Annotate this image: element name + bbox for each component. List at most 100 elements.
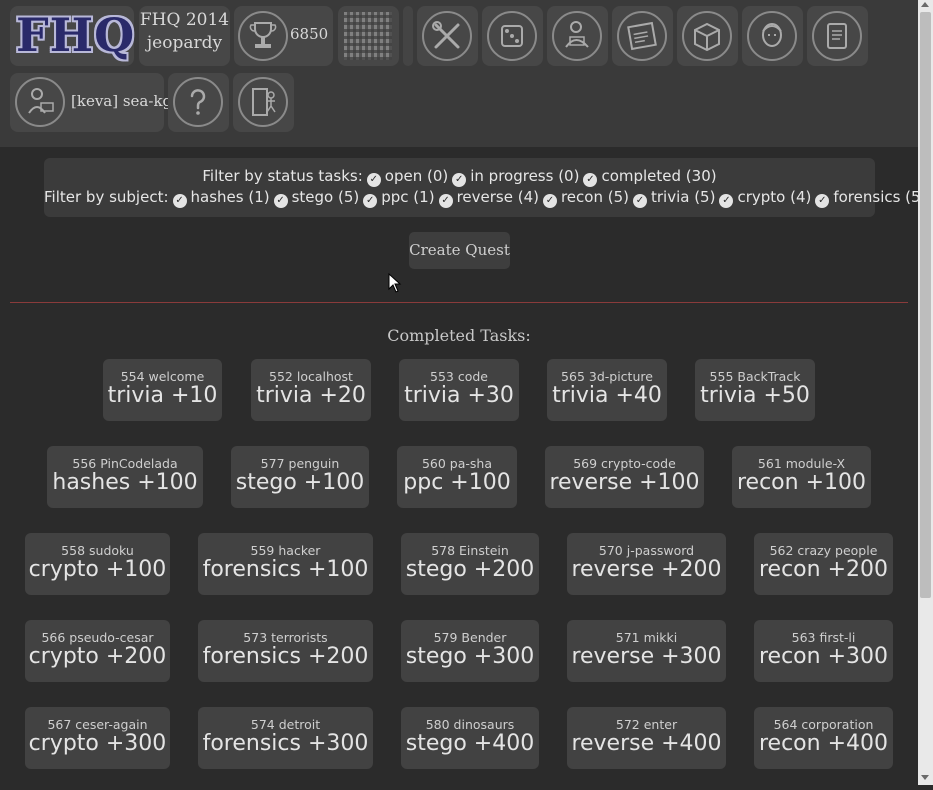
logo: FHQ — [16, 8, 136, 62]
task-value: recon +400 — [758, 731, 888, 756]
user-label: [keva] sea-kg — [71, 92, 173, 110]
score-tile[interactable]: 6850 — [234, 6, 333, 66]
help-button[interactable] — [168, 73, 229, 132]
task-card[interactable]: 571 mikki reverse +300 — [567, 620, 726, 682]
task-card[interactable]: 556 PinCodelada hashes +100 — [47, 446, 203, 508]
scroll-down-arrow-icon[interactable] — [921, 775, 929, 780]
open-checkbox[interactable]: ✓ — [366, 173, 381, 187]
task-card[interactable]: 580 dinosaurs stego +400 — [401, 707, 539, 769]
profile-button[interactable] — [742, 6, 803, 66]
task-card[interactable]: 558 sudoku crypto +100 — [25, 533, 170, 595]
in-progress-checkbox[interactable]: ✓ — [452, 173, 467, 187]
task-card[interactable]: 574 detroit forensics +300 — [198, 707, 373, 769]
task-name: 552 localhost — [269, 369, 353, 384]
task-value: recon +200 — [758, 557, 888, 582]
task-name: 553 code — [430, 369, 488, 384]
task-card[interactable]: 555 BackTrack trivia +50 — [695, 359, 815, 421]
task-value: forensics +100 — [202, 557, 369, 582]
task-card[interactable]: 562 crazy people recon +200 — [754, 533, 893, 595]
completed-filter-label: completed (30) — [601, 167, 717, 185]
games-button[interactable] — [482, 6, 543, 66]
task-value: crypto +300 — [28, 731, 167, 756]
box-button[interactable] — [677, 6, 738, 66]
task-value: reverse +300 — [571, 644, 722, 669]
filter-panel: Filter by status tasks: ✓ open (0) ✓ in prog… — [44, 158, 926, 217]
scrollbar-thumb[interactable] — [920, 12, 931, 598]
task-card[interactable]: 559 hacker forensics +100 — [198, 533, 373, 595]
task-name: 556 PinCodelada — [72, 456, 178, 471]
task-card[interactable]: 570 j-password reverse +200 — [567, 533, 726, 595]
crypto-checkbox[interactable]: ✓ — [719, 194, 734, 208]
task-card[interactable]: 567 ceser-again crypto +300 — [25, 707, 170, 769]
task-card[interactable]: 552 localhost trivia +20 — [251, 359, 371, 421]
completed-checkbox[interactable]: ✓ — [583, 173, 598, 187]
rules-button[interactable] — [807, 6, 868, 66]
task-card[interactable]: 554 welcome trivia +10 — [103, 359, 222, 421]
task-value: stego +300 — [405, 644, 535, 669]
subject-filter-label: Filter by subject: — [44, 188, 169, 206]
recon-checkbox[interactable]: ✓ — [542, 194, 557, 208]
task-value: trivia +30 — [404, 383, 514, 408]
task-card[interactable]: 560 pa-sha ppc +100 — [397, 446, 517, 508]
task-card[interactable]: 579 Bender stego +300 — [401, 620, 539, 682]
task-name: 565 3d-picture — [561, 369, 653, 384]
task-value: trivia +10 — [107, 383, 218, 408]
user-tile[interactable]: [keva] sea-kg — [10, 73, 172, 132]
person-face-icon — [747, 11, 797, 61]
news-button[interactable] — [612, 6, 673, 66]
exit-door-icon — [238, 77, 288, 127]
hashes-checkbox[interactable]: ✓ — [172, 194, 187, 208]
game-title-line1: FHQ 2014 — [139, 10, 230, 30]
box-icon — [682, 11, 732, 61]
task-card[interactable]: 572 enter reverse +400 — [567, 707, 726, 769]
scroll-up-arrow-icon[interactable] — [921, 2, 929, 7]
status-filter-row: Filter by status tasks: ✓ open (0) ✓ in prog… — [44, 167, 875, 187]
stego-checkbox[interactable]: ✓ — [273, 194, 288, 208]
task-name: 569 crypto-code — [573, 456, 676, 471]
task-value: stego +200 — [405, 557, 535, 582]
task-card[interactable]: 561 module-X recon +100 — [732, 446, 871, 508]
task-card[interactable]: 569 crypto-code reverse +100 — [545, 446, 704, 508]
task-card[interactable]: 566 pseudo-cesar crypto +200 — [25, 620, 170, 682]
task-card[interactable]: 564 corporation recon +400 — [754, 707, 893, 769]
task-name: 574 detroit — [250, 717, 321, 732]
stats-button[interactable] — [547, 6, 608, 66]
task-card[interactable]: 563 first-li recon +300 — [754, 620, 893, 682]
task-value: reverse +100 — [549, 470, 700, 495]
forensics-checkbox[interactable]: ✓ — [815, 194, 830, 208]
qr-tile[interactable] — [338, 6, 399, 66]
menu-separator — [403, 6, 413, 66]
reverse-checkbox[interactable]: ✓ — [438, 194, 453, 208]
open-filter-label: open (0) — [384, 167, 449, 185]
status-filter-label: Filter by status tasks: — [202, 167, 363, 185]
trivia-filter-label: trivia (5) — [650, 188, 716, 206]
task-card[interactable]: 565 3d-picture trivia +40 — [547, 359, 667, 421]
recon-filter-label: recon (5) — [560, 188, 629, 206]
ppc-checkbox[interactable]: ✓ — [363, 194, 378, 208]
task-name: 567 ceser-again — [47, 717, 148, 732]
trivia-checkbox[interactable]: ✓ — [632, 194, 647, 208]
dice-icon — [487, 11, 537, 61]
task-value: trivia +20 — [256, 383, 366, 408]
create-quest-button[interactable]: Create Quest — [409, 232, 510, 269]
task-name: 554 welcome — [120, 369, 205, 384]
person-laptop-icon — [15, 77, 65, 127]
qr-code-icon — [344, 12, 392, 60]
task-name: 571 mikki — [615, 630, 678, 645]
task-card[interactable]: 578 Einstein stego +200 — [401, 533, 539, 595]
task-card[interactable]: 553 code trivia +30 — [399, 359, 519, 421]
logo-tile[interactable]: FHQ — [10, 6, 134, 66]
in-progress-filter-label: in progress (0) — [470, 167, 580, 185]
game-title-tile[interactable]: FHQ 2014 jeopardy — [139, 6, 230, 66]
task-name: 564 corporation — [773, 717, 874, 732]
task-value: trivia +50 — [700, 383, 810, 408]
task-value: stego +400 — [405, 731, 535, 756]
tools-button[interactable] — [417, 6, 478, 66]
task-name: 573 terrorists — [243, 630, 328, 645]
task-value: recon +300 — [758, 644, 888, 669]
logout-button[interactable] — [233, 73, 294, 132]
task-card[interactable]: 573 terrorists forensics +200 — [198, 620, 373, 682]
task-value: reverse +400 — [571, 731, 722, 756]
task-card[interactable]: 577 penguin stego +100 — [231, 446, 369, 508]
task-value: reverse +200 — [571, 557, 722, 582]
